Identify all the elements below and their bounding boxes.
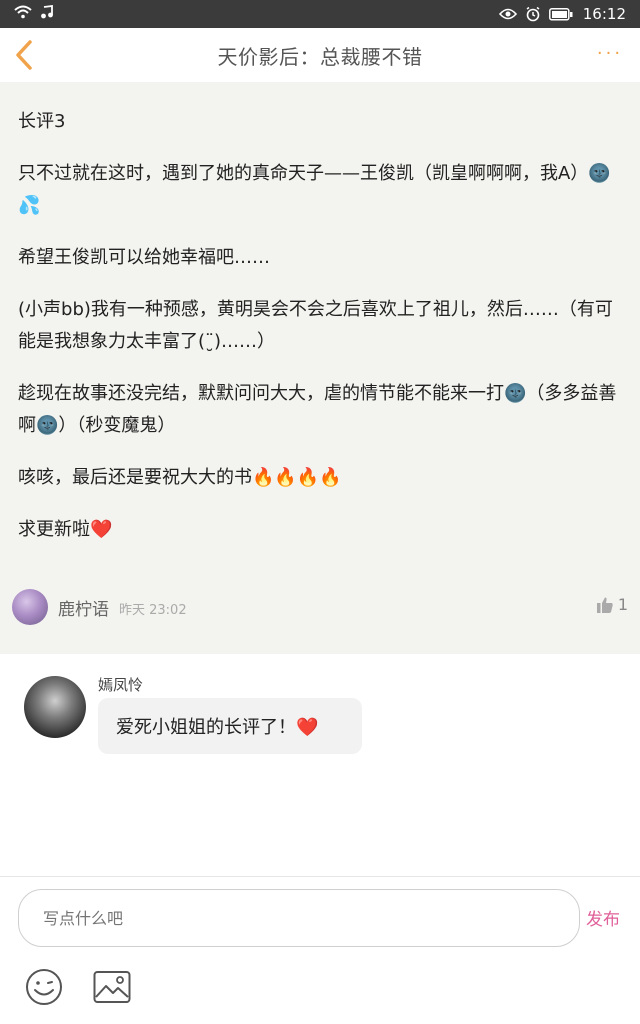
smiley-icon [26, 969, 62, 1005]
post-paragraph: 趁现在故事还没完结，默默问问大大，虐的情节能不能来一打🌚（多多益善啊🌚）（秒变魔… [18, 383, 617, 436]
chevron-left-icon [16, 40, 32, 70]
emoji-button[interactable] [24, 967, 64, 1007]
post-paragraph: 求更新啦❤️ [18, 519, 113, 540]
post-author-row: 鹿柠语 昨天 23:02 1 [12, 587, 630, 627]
post-paragraph: 希望王俊凯可以给她幸福吧…… [18, 247, 270, 268]
status-left [14, 4, 54, 23]
alarm-icon [525, 6, 541, 22]
status-right: 16:12 [498, 5, 626, 23]
post-body: 长评3 只不过就在这时，遇到了她的真命天子——王俊凯（凯皇啊啊啊，我A）🌚💦 希… [18, 106, 628, 566]
comment-item: 嫣凤怜 爱死小姐姐的长评了！❤️ [0, 654, 640, 876]
post-paragraph: 咳咳，最后还是要祝大大的书🔥🔥🔥🔥 [18, 467, 342, 488]
commenter-avatar[interactable] [24, 676, 86, 738]
author-avatar[interactable] [12, 589, 48, 625]
wifi-icon [14, 5, 32, 23]
battery-icon [548, 7, 573, 21]
publish-button[interactable]: 发布 [586, 905, 620, 930]
comment-input-bar: 发布 [0, 876, 640, 1024]
post-paragraph: (小声bb)我有一种预感，黄明昊会不会之后喜欢上了祖儿，然后……（有可能是我想象… [18, 299, 613, 352]
status-time: 16:12 [582, 5, 626, 23]
back-button[interactable] [10, 38, 40, 72]
author-name[interactable]: 鹿柠语 [58, 595, 109, 620]
post-time: 昨天 23:02 [119, 603, 187, 618]
comment-bubble: 爱死小姐姐的长评了！❤️ [98, 698, 362, 754]
post-card: 长评3 只不过就在这时，遇到了她的真命天子——王俊凯（凯皇啊啊啊，我A）🌚💦 希… [0, 82, 640, 654]
post-heading: 长评3 [18, 111, 66, 132]
header: 天价影后：总裁腰不错 ··· [0, 28, 640, 82]
more-button[interactable]: ··· [594, 40, 626, 68]
commenter-name[interactable]: 嫣凤怜 [98, 674, 143, 695]
music-icon [40, 4, 54, 23]
image-icon [93, 971, 131, 1003]
thumbs-up-icon [596, 597, 613, 613]
post-paragraph: 只不过就在这时，遇到了她的真命天子——王俊凯（凯皇啊啊啊，我A）🌚💦 [18, 163, 611, 216]
like-count: 1 [617, 595, 628, 614]
like-button[interactable]: 1 [596, 595, 628, 614]
comment-input[interactable] [18, 889, 580, 947]
page-title: 天价影后：总裁腰不错 [217, 44, 423, 69]
image-button[interactable] [92, 967, 132, 1007]
status-bar: 16:12 [0, 0, 640, 28]
eye-icon [498, 8, 517, 20]
